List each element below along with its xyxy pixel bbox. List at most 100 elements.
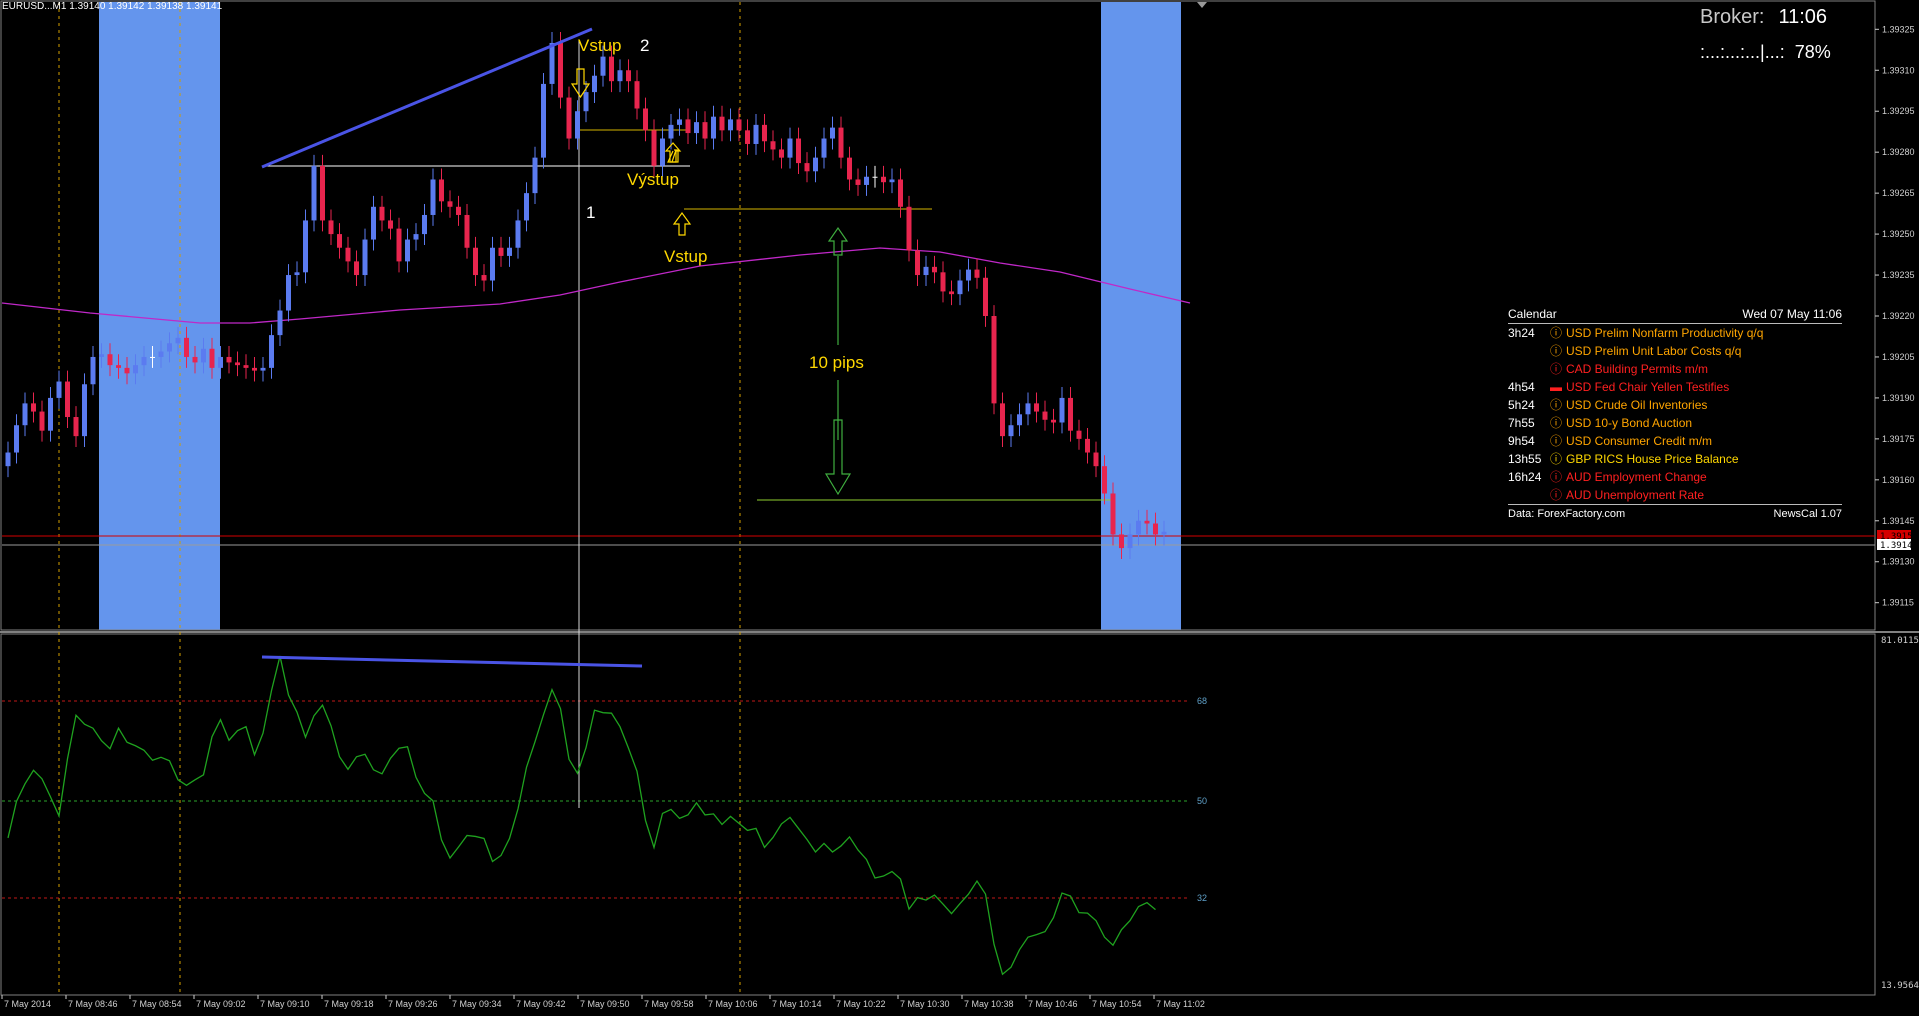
- calendar-title: Calendar: [1508, 307, 1557, 321]
- candle-body: [804, 163, 810, 172]
- candle-progress: :...:...:...|...: 78%: [1700, 42, 1831, 63]
- candle-body: [600, 56, 606, 76]
- progress-percent: 78%: [1794, 42, 1831, 62]
- candle-body: [201, 348, 206, 363]
- candle-body: [133, 365, 138, 374]
- broker-clock: Broker: 11:06: [1700, 6, 1827, 29]
- vstup-bottom-label: Vstup: [664, 247, 707, 266]
- candle-body: [974, 269, 980, 278]
- price-tick-label: 1.39250: [1882, 229, 1915, 239]
- calendar-events: 3h24 ⓘ USD Prelim Nonfarm Productivity q/q…: [1508, 324, 1842, 504]
- calendar-event: 13h55 ⓘ GBP RICS House Price Balance: [1508, 450, 1842, 468]
- candle-body: [65, 381, 70, 418]
- event-time: [1508, 342, 1550, 360]
- candle-body: [881, 176, 886, 183]
- candle-body: [923, 266, 929, 276]
- candle-body: [779, 149, 784, 158]
- price-tick-label: 1.39175: [1882, 434, 1915, 444]
- candle-body: [685, 119, 691, 134]
- candle-body: [507, 247, 512, 256]
- candle-body: [796, 138, 801, 164]
- candle-body: [379, 206, 385, 221]
- candle-body: [260, 367, 266, 371]
- candle-body: [158, 351, 164, 357]
- info-icon: ⓘ: [1550, 488, 1563, 502]
- time-tick-label: 7 May 10:38: [964, 999, 1014, 1009]
- event-text: USD Consumer Credit m/m: [1566, 434, 1713, 448]
- time-tick-label: 7 May 09:58: [644, 999, 694, 1009]
- candle-body: [82, 384, 87, 437]
- candle-body: [362, 239, 368, 276]
- info-icon: ⓘ: [1550, 416, 1563, 430]
- pips-label: 10 pips: [809, 353, 864, 372]
- price-tick-label: 1.39190: [1882, 393, 1915, 403]
- candle-body: [736, 119, 742, 131]
- candle-body: [1144, 520, 1150, 524]
- price-tick-label: 1.39235: [1882, 270, 1915, 280]
- candle-body: [48, 397, 53, 431]
- price-tick-label: 1.39220: [1882, 311, 1915, 321]
- candle-body: [1068, 397, 1073, 431]
- candle-body: [702, 122, 708, 139]
- candle-body: [515, 220, 521, 248]
- time-tick-label: 7 May 08:46: [68, 999, 118, 1009]
- candle-body: [39, 411, 45, 431]
- candle-body: [898, 179, 903, 207]
- event-text: AUD Unemployment Rate: [1566, 488, 1705, 502]
- price-tick-label: 1.39205: [1882, 352, 1915, 362]
- candle-body: [1085, 438, 1090, 453]
- candle-body: [150, 356, 155, 358]
- price-tick-label: 1.39130: [1882, 557, 1915, 567]
- candle-body: [1051, 419, 1056, 423]
- candle-body: [456, 206, 461, 215]
- candle-body: [575, 111, 580, 139]
- candle-body: [175, 337, 181, 344]
- candle-body: [354, 261, 359, 276]
- chart-window[interactable]: Vstup 2 Výstup 1 Vstup 10 pips 1.39325 1.…: [0, 0, 1919, 1011]
- calendar-event: ⓘ AUD Unemployment Rate: [1508, 486, 1842, 504]
- candle-body: [532, 157, 538, 194]
- info-icon: ⓘ: [1550, 362, 1563, 376]
- candle-body: [541, 83, 546, 158]
- candle-body: [1008, 425, 1014, 437]
- candle-body: [235, 362, 240, 366]
- event-time: 4h54: [1508, 380, 1535, 394]
- candle-body: [31, 403, 36, 412]
- time-tick-label: 7 May 09:02: [196, 999, 246, 1009]
- broker-label: Broker:: [1700, 6, 1765, 28]
- time-tick-label: 7 May 09:42: [516, 999, 566, 1009]
- event-text: USD Prelim Unit Labor Costs q/q: [1566, 344, 1742, 358]
- event-text: USD 10-y Bond Auction: [1566, 416, 1693, 430]
- info-icon: ⓘ: [1550, 434, 1563, 448]
- price-tick-label: 1.39325: [1882, 24, 1915, 34]
- event-text: USD Crude Oil Inventories: [1566, 398, 1708, 412]
- calendar-date: Wed 07 May 11:06: [1742, 307, 1842, 321]
- candle-body: [668, 124, 674, 139]
- candle-body: [371, 206, 376, 240]
- calendar-event: 9h54 ⓘ USD Consumer Credit m/m: [1508, 432, 1842, 450]
- rsi-level-50-label: 50: [1197, 796, 1207, 806]
- candle-body: [5, 452, 11, 467]
- candle-body: [464, 214, 470, 248]
- candle-body: [439, 179, 444, 202]
- candle-body: [566, 97, 572, 139]
- calendar-event: ⓘ USD Prelim Unit Labor Costs q/q: [1508, 342, 1842, 360]
- calendar-event: 5h24 ⓘ USD Crude Oil Inventories: [1508, 396, 1842, 414]
- info-icon: ⓘ: [1550, 326, 1563, 340]
- candle-body: [388, 220, 393, 229]
- candle-body: [1076, 430, 1082, 439]
- candle-body: [626, 70, 631, 82]
- candle-body: [1000, 403, 1005, 437]
- candle-body: [651, 130, 657, 166]
- candle-body: [422, 214, 427, 235]
- price-tick-label: 1.39160: [1882, 475, 1915, 485]
- candle-body: [872, 176, 878, 178]
- candle-body: [889, 179, 895, 183]
- candle-body: [770, 141, 776, 150]
- price-tick-label: 1.39310: [1882, 65, 1915, 75]
- candle-body: [660, 138, 665, 166]
- news-calendar-panel: Calendar Wed 07 May 11:06 3h24 ⓘ USD Preli…: [1508, 305, 1842, 523]
- candle-body: [711, 116, 716, 139]
- time-tick-label: 7 May 10:46: [1028, 999, 1078, 1009]
- candle-body: [932, 266, 937, 273]
